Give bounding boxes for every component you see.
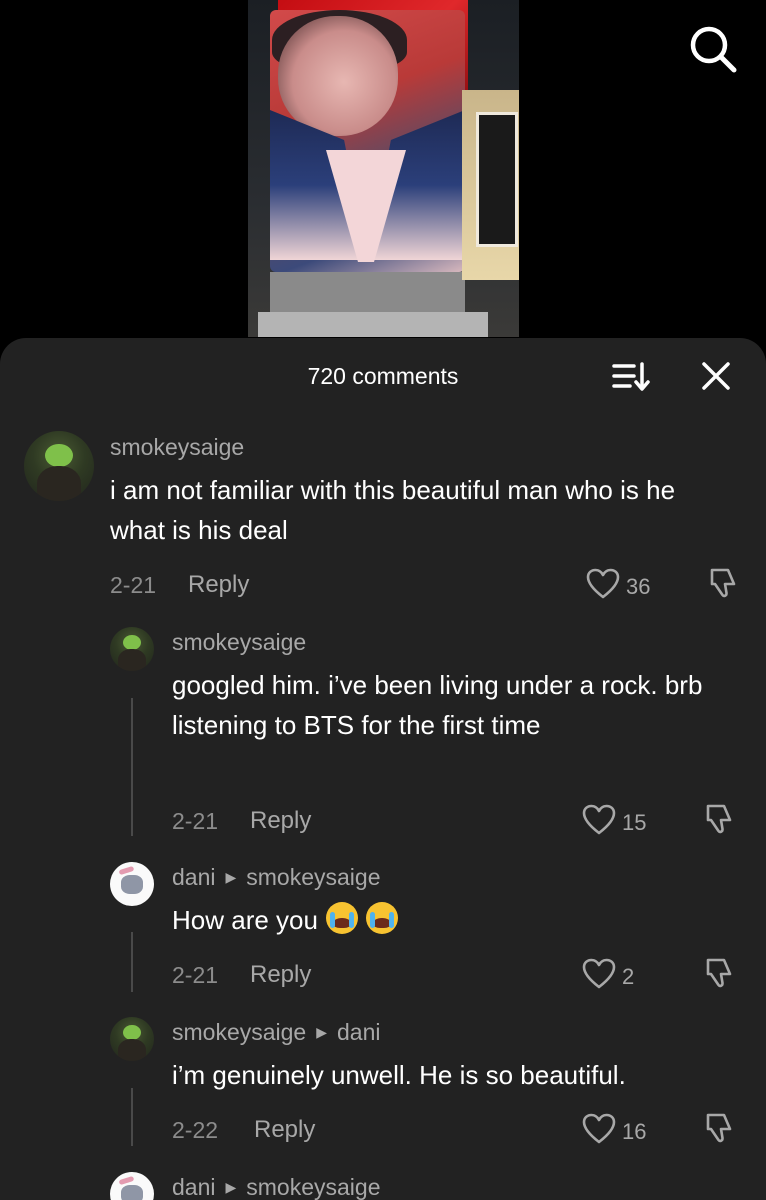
comment-item: smokeysaige ▶ dani i’m genuinely unwell. H… (0, 1013, 766, 1163)
like-count: 16 (622, 1118, 647, 1144)
sort-icon[interactable] (610, 360, 650, 394)
comment-text: How are you (172, 900, 712, 940)
comment-date: 2-21 (172, 808, 219, 834)
comment-date: 2-21 (172, 962, 219, 988)
reply-button[interactable]: Reply (250, 807, 311, 835)
comment-username[interactable]: smokeysaige (110, 434, 244, 461)
like-count: 36 (626, 573, 651, 599)
comment-date: 2-22 (172, 1117, 219, 1143)
comment-username[interactable]: smokeysaige (172, 629, 306, 656)
comment-count: 720 comments (307, 363, 459, 389)
avatar-graphic (118, 865, 135, 876)
like-count: 2 (622, 963, 635, 989)
heart-icon (582, 804, 616, 841)
comment-text: i am not familiar with this beautiful ma… (110, 475, 676, 545)
heart-icon (582, 958, 616, 995)
heart-icon (582, 1113, 616, 1150)
avatar[interactable] (24, 431, 94, 501)
reply-to-arrow-icon: ▶ (225, 869, 237, 885)
reply-to-arrow-icon: ▶ (316, 1024, 328, 1040)
comments-sheet: 720 comments smokeysaige i am not famili… (0, 338, 766, 1200)
close-icon[interactable] (700, 360, 732, 392)
video-preview[interactable] (0, 0, 766, 345)
like-button[interactable]: 2 (582, 958, 634, 995)
thumbs-down-icon[interactable] (704, 566, 738, 600)
reply-to-arrow-icon: ▶ (225, 1179, 237, 1195)
avatar-graphic (121, 1185, 144, 1200)
crying-face-emoji (365, 902, 398, 934)
comment-item: smokeysaige googled him. i’ve been livin… (0, 623, 766, 853)
avatar[interactable] (110, 862, 154, 906)
username-text[interactable]: smokeysaige (172, 1019, 306, 1045)
billboard-pillar (270, 272, 465, 312)
thumbs-down-icon[interactable] (700, 956, 734, 990)
avatar[interactable] (110, 1017, 154, 1061)
comment-username[interactable]: dani ▶ smokeysaige (172, 864, 381, 891)
billboard-base (258, 312, 488, 337)
storefront-poster (476, 112, 518, 247)
reply-button[interactable]: Reply (250, 961, 311, 989)
reply-button[interactable]: Reply (254, 1116, 315, 1144)
avatar-graphic (118, 1175, 135, 1186)
thumbs-down-icon[interactable] (700, 802, 734, 836)
like-button[interactable]: 15 (582, 804, 646, 841)
thumbs-down-icon[interactable] (700, 1111, 734, 1145)
comment-text: i’m genuinely unwell. He is so beautiful… (172, 1060, 626, 1090)
billboard-face (278, 16, 398, 136)
reply-to-username[interactable]: smokeysaige (246, 1174, 380, 1200)
search-icon[interactable] (688, 24, 738, 74)
avatar-graphic (121, 875, 144, 894)
reply-to-username[interactable]: dani (337, 1019, 380, 1045)
avatar[interactable] (110, 627, 154, 671)
comment-item: dani ▶ smokeysaige How are you 2-21 Reply … (0, 858, 766, 1008)
comment-text-body: How are you (172, 905, 318, 935)
username-text[interactable]: dani (172, 1174, 215, 1200)
like-count: 15 (622, 809, 647, 835)
comment-item: dani ▶ smokeysaige (0, 1168, 766, 1200)
avatar[interactable] (110, 1172, 154, 1200)
like-button[interactable]: 36 (586, 568, 650, 605)
heart-icon (586, 568, 620, 605)
crying-face-emoji (325, 902, 358, 934)
reply-button[interactable]: Reply (188, 571, 249, 599)
video-thumbnail[interactable] (248, 0, 519, 337)
reply-to-username[interactable]: smokeysaige (246, 864, 380, 890)
like-button[interactable]: 16 (582, 1113, 646, 1150)
comment-username[interactable]: dani ▶ smokeysaige (172, 1174, 381, 1200)
comment-date: 2-21 (110, 572, 157, 598)
comment-text: googled him. i’ve been living under a ro… (172, 670, 703, 740)
comments-header: 720 comments (0, 338, 766, 418)
username-text[interactable]: dani (172, 864, 215, 890)
comment-username[interactable]: smokeysaige ▶ dani (172, 1019, 381, 1046)
comment-item: smokeysaige i am not familiar with this … (0, 426, 766, 611)
